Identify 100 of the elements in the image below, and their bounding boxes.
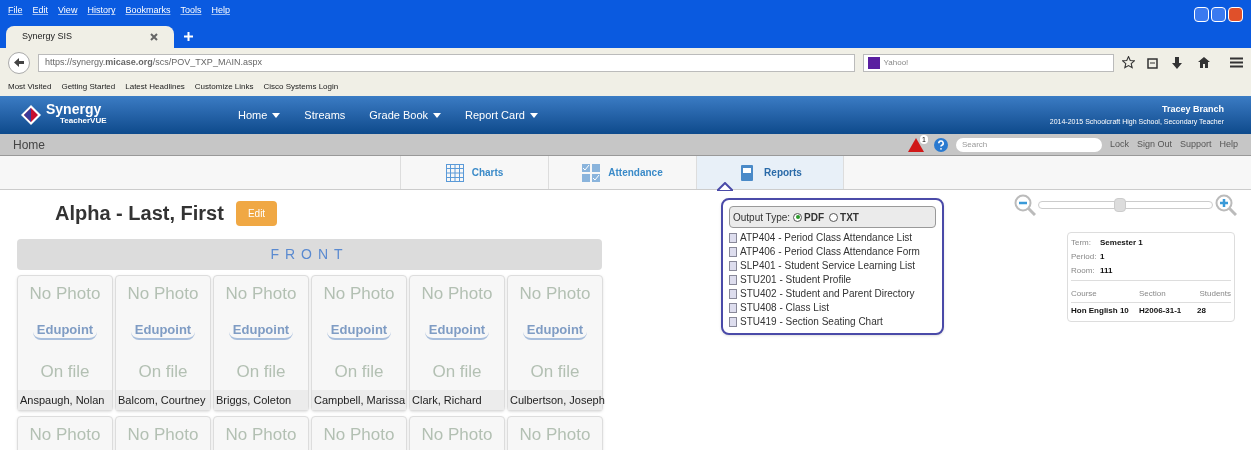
browser-tab[interactable]: Synergy SIS (6, 26, 174, 48)
no-photo-text: No Photo (421, 425, 493, 445)
report-item[interactable]: ATP404 - Period Class Attendance List (729, 231, 936, 245)
menu-item[interactable]: Edit (32, 4, 49, 18)
bookmark-link[interactable]: Most Visited (8, 80, 52, 93)
student-name: Campbell, Marissa (312, 389, 406, 410)
radio-icon[interactable] (793, 212, 803, 222)
table-cell-text: H2006-31-1 (1139, 305, 1183, 317)
report-item[interactable]: STU408 - Class List (729, 301, 936, 315)
report-item[interactable]: SLP401 - Student Service Learning List (729, 259, 936, 273)
no-photo-text: No Photo (127, 284, 199, 304)
student-name: Clark, Richard (410, 389, 504, 410)
bookmark-link[interactable]: Customize Links (194, 80, 254, 93)
student-card[interactable]: No Photo Edupoint On file Clark, Richard (409, 275, 505, 411)
search-field[interactable]: Search (955, 137, 1102, 152)
edupoint-logo: Edupoint (326, 322, 392, 340)
student-card[interactable]: No Photo Edupoint On file Campbell, Marissa (311, 275, 407, 411)
no-photo-text: No Photo (29, 284, 101, 304)
no-photo-text: No Photo (225, 284, 297, 304)
no-photo-text: No Photo (323, 425, 395, 445)
menu-item[interactable]: View (58, 4, 78, 18)
back-arrow-icon (14, 58, 24, 67)
restore-button[interactable] (1211, 6, 1226, 22)
slider-thumb[interactable] (1114, 198, 1127, 212)
on-file-text: On file (334, 362, 384, 382)
menu-item[interactable]: Bookmarks (125, 4, 171, 18)
output-type-label: Output Type: (733, 210, 791, 225)
logo-text: Synergy (46, 103, 103, 115)
caret-icon (272, 112, 281, 118)
report-item[interactable]: STU201 - Student Profile (729, 273, 936, 287)
radio-icon[interactable] (829, 212, 839, 222)
caret-icon (433, 112, 441, 118)
close-button[interactable] (1228, 6, 1243, 22)
class-title: Alpha - Last, First (55, 201, 224, 226)
header-link[interactable]: Help (1219, 137, 1238, 152)
clipboard-icon[interactable] (1147, 56, 1159, 69)
breadcrumb: Home (13, 136, 45, 154)
student-card[interactable]: No Photo Edupoint On file Anspaugh, Nolan (17, 275, 113, 411)
address-field[interactable]: https://synergy.micase.org/scs/POV_TXP_MAIN.aspx (37, 53, 855, 72)
column-header: Course (1071, 288, 1139, 303)
header-link[interactable]: Lock (1109, 137, 1129, 152)
column-header: Section (1139, 288, 1197, 303)
student-card[interactable]: No Photo Edupoint On file Briggs, Coleton (213, 275, 309, 411)
minimize-button[interactable] (1194, 6, 1209, 22)
edupoint-logo: Edupoint (130, 322, 196, 340)
toolbar-tab[interactable]: Attendance (548, 156, 696, 189)
info-label: Term: (1071, 237, 1092, 249)
output-radio[interactable]: TXT (829, 209, 859, 225)
no-photo-text: No Photo (225, 425, 297, 445)
no-photo-text: No Photo (519, 284, 591, 304)
header-link[interactable]: Support (1179, 137, 1212, 152)
column-header: Students (1197, 288, 1231, 303)
info-value: 1 (1100, 251, 1105, 263)
menu-item[interactable]: Help (211, 4, 230, 18)
output-radio[interactable]: PDF (793, 209, 825, 225)
grid-icon (445, 163, 464, 182)
menu-item[interactable]: History (87, 4, 116, 18)
edupoint-logo: Edupoint (424, 322, 490, 340)
yahoo-icon (867, 56, 880, 69)
edupoint-logo: Edupoint (522, 322, 588, 340)
edupoint-logo: Edupoint (228, 322, 294, 340)
bookmark-link[interactable]: Cisco Systems Login (263, 80, 339, 93)
nav-menu[interactable]: Home (238, 106, 281, 124)
nav-menu[interactable]: Grade Book (369, 106, 441, 124)
header-link[interactable]: Sign Out (1136, 137, 1172, 152)
student-card[interactable]: No Photo Edupoint On file Culbertson, Joseph (507, 275, 603, 411)
bookmark-link[interactable]: Latest Headlines (125, 80, 185, 93)
help-icon[interactable] (933, 137, 948, 152)
home-icon[interactable] (1198, 57, 1211, 68)
zoom-in-icon[interactable] (1215, 194, 1237, 216)
student-card[interactable]: No Photo Edupoint On file Balcom, Courtney (115, 275, 211, 411)
download-icon[interactable] (1172, 56, 1183, 69)
on-file-text: On file (432, 362, 482, 382)
edupoint-logo: Edupoint (32, 322, 98, 340)
menu-icon[interactable] (1230, 57, 1244, 68)
report-item[interactable]: STU419 - Section Seating Chart (729, 315, 936, 329)
star-icon[interactable] (1122, 56, 1136, 69)
nav-menu[interactable]: Streams (304, 106, 346, 124)
menu-item[interactable]: Tools (180, 4, 202, 18)
close-icon[interactable] (150, 33, 158, 41)
nav-menu[interactable]: Report Card (465, 106, 538, 124)
zoom-slider[interactable] (1038, 201, 1213, 209)
toolbar-tab[interactable]: Reports (696, 156, 844, 189)
search-field[interactable]: Yahoo! (862, 53, 1115, 72)
info-value: Semester 1 (1100, 237, 1143, 249)
zoom-out-icon[interactable] (1014, 194, 1036, 216)
info-label: Room: (1071, 265, 1096, 277)
on-file-text: On file (236, 362, 286, 382)
bookmark-link[interactable]: Getting Started (61, 80, 116, 93)
back-button[interactable] (8, 51, 30, 74)
table-cell-text: 28 (1197, 305, 1207, 317)
user-name: Tracey Branch (1161, 103, 1224, 116)
no-photo-text: No Photo (29, 425, 101, 445)
report-item[interactable]: ATP406 - Period Class Attendance Form (729, 245, 936, 259)
on-file-text: On file (40, 362, 90, 382)
report-item[interactable]: STU402 - Student and Parent Directory (729, 287, 936, 301)
menu-item[interactable]: File (8, 4, 23, 18)
toolbar-tab[interactable]: Charts (400, 156, 548, 189)
front-banner: FRONT (17, 239, 602, 270)
new-tab-icon[interactable] (184, 32, 193, 41)
